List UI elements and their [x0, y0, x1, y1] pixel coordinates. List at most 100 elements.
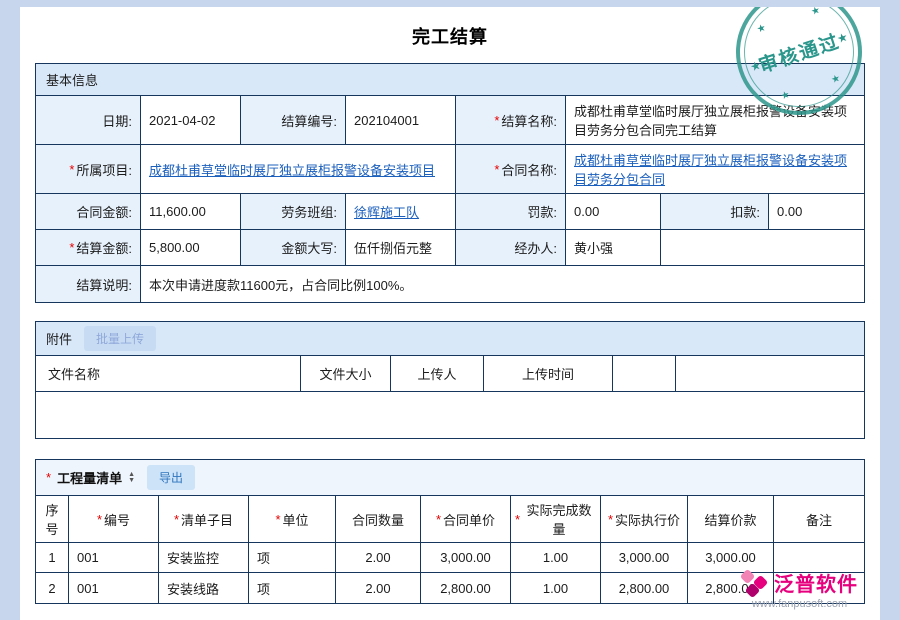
page-title: 完工结算 — [35, 23, 865, 49]
column-header-unit: * 单位 — [249, 496, 336, 543]
settlement-no-label: 结算编号: — [241, 96, 346, 145]
deduction-label: 扣款: — [661, 194, 769, 230]
required-mark: * — [608, 512, 613, 527]
star-icon: ★ — [810, 7, 822, 18]
item-cell-code: 001 — [69, 573, 159, 603]
required-mark: * — [46, 470, 51, 485]
column-header-list-item: * 清单子目 — [159, 496, 249, 543]
item-cell-contract-qty: 2.00 — [336, 573, 421, 603]
deduction-value: 0.00 — [769, 194, 864, 230]
column-header-remark: 备注 — [774, 496, 864, 543]
column-header-contract-price: * 合同单价 — [421, 496, 511, 543]
labor-team-link[interactable]: 徐辉施工队 — [354, 202, 419, 221]
item-list-title: 工程量清单 — [57, 468, 122, 487]
item-cell-contract-price: 2,800.00 — [421, 573, 511, 603]
column-header-actual-price: * 实际执行价 — [601, 496, 688, 543]
attachments-empty-area — [36, 392, 864, 438]
penalty-value: 0.00 — [566, 194, 661, 230]
fanpu-logo: 泛普软件 www.fanpusoft.com — [741, 568, 858, 610]
attachments-table-header: 文件名称 文件大小 上传人 上传时间 — [36, 356, 864, 392]
required-mark: * — [494, 113, 499, 128]
attachments-header-bar: 附件 批量上传 — [36, 322, 864, 356]
settlement-name-label: * 结算名称: — [456, 96, 566, 145]
handler-label: 经办人: — [456, 230, 566, 266]
project-label: * 所属项目: — [36, 145, 141, 194]
empty-header-cell — [676, 356, 864, 392]
settlement-note-label: 结算说明: — [36, 266, 141, 302]
export-button[interactable]: 导出 — [147, 465, 195, 490]
column-label: 备注 — [806, 510, 832, 529]
item-cell-contract-price: 3,000.00 — [421, 543, 511, 573]
basic-info-panel: 基本信息 日期: 2021-04-02 结算编号: 202104001 * 结算… — [35, 63, 865, 303]
settlement-amount-label: * 结算金额: — [36, 230, 141, 266]
required-mark: * — [174, 512, 179, 527]
empty-header-cell — [613, 356, 676, 392]
item-cell-actual-qty: 1.00 — [511, 573, 601, 603]
required-mark: * — [69, 240, 74, 255]
item-cell-contract-qty: 2.00 — [336, 543, 421, 573]
project-label-text: 所属项目: — [76, 160, 132, 179]
required-mark: * — [436, 512, 441, 527]
column-header-upload-time: 上传时间 — [484, 356, 613, 392]
attachments-title: 附件 — [46, 329, 72, 348]
contract-name-label-text: 合同名称: — [501, 160, 557, 179]
column-label: 合同单价 — [443, 510, 495, 529]
item-cell-serial: 1 — [36, 543, 69, 573]
column-header-serial: 序号 — [36, 496, 69, 543]
contract-amount-value: 11,600.00 — [141, 194, 241, 230]
contract-amount-label: 合同金额: — [36, 194, 141, 230]
batch-upload-button[interactable]: 批量上传 — [84, 326, 156, 351]
column-header-code: * 编号 — [69, 496, 159, 543]
sort-icon[interactable]: ▲ ▼ — [128, 472, 135, 484]
fanpu-logo-icon — [741, 570, 767, 596]
amount-in-words-label: 金额大写: — [241, 230, 346, 266]
column-label: 编号 — [104, 510, 130, 529]
item-cell-list-item: 安装监控 — [159, 543, 249, 573]
settlement-name-value: 成都杜甫草堂临时展厅独立展柜报警设备安装项目劳务分包合同完工结算 — [566, 96, 864, 145]
date-label: 日期: — [36, 96, 141, 145]
required-mark: * — [515, 512, 520, 527]
empty-cell — [661, 230, 864, 266]
contract-name-link[interactable]: 成都杜甫草堂临时展厅独立展柜报警设备安装项目劳务分包合同 — [574, 150, 856, 188]
column-label: 实际执行价 — [615, 510, 680, 529]
item-cell-actual-price: 3,000.00 — [601, 543, 688, 573]
item-cell-actual-qty: 1.00 — [511, 543, 601, 573]
contract-name-label: * 合同名称: — [456, 145, 566, 194]
column-label: 序号 — [40, 500, 64, 538]
brand-name: 泛普软件 — [774, 568, 858, 597]
column-header-settlement-amount: 结算价款 — [688, 496, 774, 543]
attachments-panel: 附件 批量上传 文件名称 文件大小 上传人 上传时间 — [35, 321, 865, 439]
required-mark: * — [69, 162, 74, 177]
item-cell-unit: 项 — [249, 573, 336, 603]
contract-name-value-cell: 成都杜甫草堂临时展厅独立展柜报警设备安装项目劳务分包合同 — [566, 145, 864, 194]
item-cell-list-item: 安装线路 — [159, 573, 249, 603]
labor-team-label: 劳务班组: — [241, 194, 346, 230]
item-list-table: 序号 * 编号 * 清单子目 * 单位 合同数量 * 合同单价 * — [36, 496, 864, 603]
handler-value: 黄小强 — [566, 230, 661, 266]
required-mark: * — [275, 512, 280, 527]
settlement-no-value: 202104001 — [346, 96, 456, 145]
column-header-file-size: 文件大小 — [301, 356, 391, 392]
project-link[interactable]: 成都杜甫草堂临时展厅独立展柜报警设备安装项目 — [149, 160, 435, 179]
labor-team-value-cell: 徐辉施工队 — [346, 194, 456, 230]
settlement-note-value: 本次申请进度款11600元，占合同比例100%。 — [141, 266, 864, 302]
required-mark: * — [97, 512, 102, 527]
settlement-name-label-text: 结算名称: — [501, 111, 557, 130]
column-header-uploader: 上传人 — [391, 356, 484, 392]
required-mark: * — [494, 162, 499, 177]
basic-info-grid: 日期: 2021-04-02 结算编号: 202104001 * 结算名称: 成… — [36, 96, 864, 302]
column-header-actual-qty: * 实际完成数量 — [511, 496, 601, 543]
column-header-file-name: 文件名称 — [36, 356, 301, 392]
item-cell-code: 001 — [69, 543, 159, 573]
item-cell-unit: 项 — [249, 543, 336, 573]
settlement-amount-value: 5,800.00 — [141, 230, 241, 266]
item-list-header-bar: * 工程量清单 ▲ ▼ 导出 — [36, 460, 864, 496]
date-value: 2021-04-02 — [141, 96, 241, 145]
column-label: 实际完成数量 — [522, 500, 596, 538]
penalty-label: 罚款: — [456, 194, 566, 230]
settlement-amount-label-text: 结算金额: — [76, 238, 132, 257]
project-value-cell: 成都杜甫草堂临时展厅独立展柜报警设备安装项目 — [141, 145, 456, 194]
column-label: 清单子目 — [181, 510, 233, 529]
amount-in-words-value: 伍仟捌佰元整 — [346, 230, 456, 266]
completion-settlement-page: 完工结算 ★ ★ ★ ★ ★ ★ 审核通过 基本信息 日期: 2021-04-0… — [20, 7, 880, 620]
